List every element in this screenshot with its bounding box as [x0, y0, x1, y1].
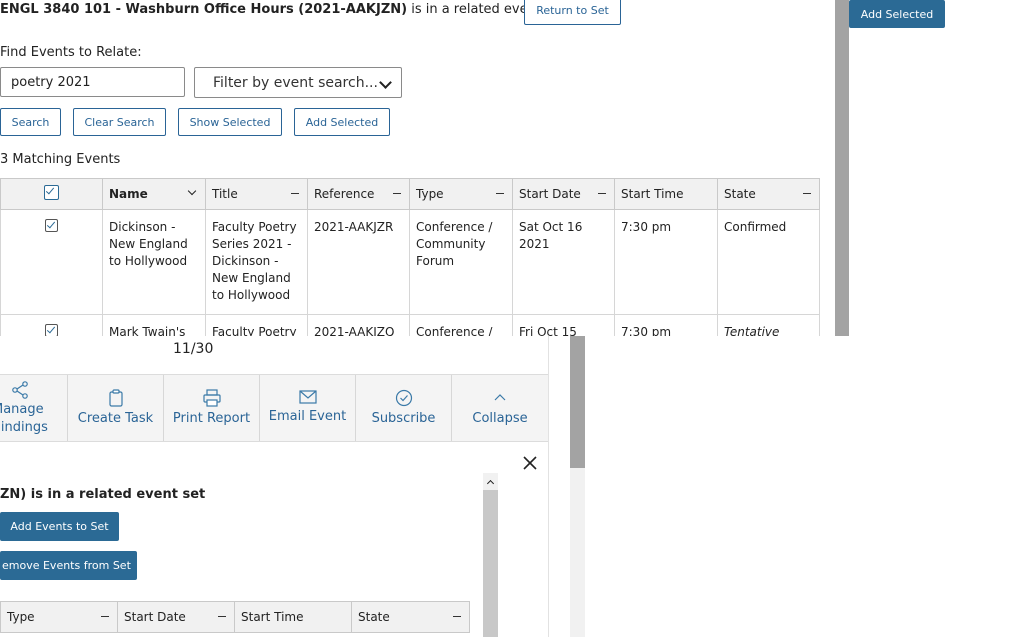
inner-scrollbar[interactable] [483, 473, 498, 637]
table-row[interactable]: Mark Twain's Faculty Poetry 2021-AAKJZQ … [0, 314, 820, 336]
subscribe-label: Subscribe [371, 411, 436, 426]
close-icon[interactable] [522, 455, 538, 471]
add-events-to-set-button[interactable]: Add Events to Set [0, 512, 119, 541]
cell-state: Confirmed [717, 209, 820, 315]
clear-search-button[interactable]: Clear Search [73, 108, 166, 136]
clipboard-icon [108, 389, 123, 407]
add-selected-top-button[interactable]: Add Selected [849, 0, 945, 28]
upper-scrollbar[interactable] [835, 0, 849, 336]
collapse-column-icon [453, 616, 461, 617]
filter-select-text: Filter by event search... [213, 74, 378, 91]
collapse-column-icon [218, 616, 226, 617]
cell-reference: 2021-AAKJZR [307, 209, 410, 315]
collapse-column-icon [496, 193, 504, 194]
header-state[interactable]: State [717, 178, 820, 210]
cell-title: Faculty Poetry Series 2021 - Dickinson -… [205, 209, 308, 315]
results-table: Name Title Reference Type Start Date Sta… [0, 178, 820, 336]
cell-reference: 2021-AAKJZQ [307, 314, 410, 336]
cell-start-date: Sat Oct 16 2021 [512, 209, 615, 315]
chevron-up-icon [494, 394, 506, 401]
cell-start-time: 7:30 pm [614, 314, 718, 336]
outer-scrollbar[interactable] [570, 336, 585, 637]
print-report-button[interactable]: Print Report [164, 375, 260, 441]
collapse-column-icon [393, 193, 401, 194]
outer-scrollbar-thumb[interactable] [570, 336, 585, 468]
related-set-text-content: ZN) is in a related event set [0, 487, 206, 502]
set-header-start-time[interactable]: Start Time [234, 601, 352, 633]
cell-type: Conference / [409, 314, 513, 336]
set-table: Type Start Date Start Time State [0, 601, 470, 633]
table-row[interactable]: Dickinson - New England to Hollywood Fac… [0, 209, 820, 315]
remove-events-from-set-button[interactable]: emove Events from Set [0, 551, 137, 580]
collapse-button[interactable]: Collapse [452, 375, 548, 441]
pager: 11/30 [173, 341, 214, 357]
results-table-clip: Name Title Reference Type Start Date Sta… [0, 178, 820, 336]
related-set-text: ZN) is in a related event set [0, 487, 205, 502]
header-type[interactable]: Type [409, 178, 513, 210]
cell-name: Mark Twain's [102, 314, 206, 336]
chevron-down-icon [187, 186, 197, 196]
event-set-heading: ENGL 3840 101 - Washburn Office Hours (2… [0, 2, 565, 17]
find-events-label: Find Events to Relate: [0, 45, 142, 60]
row-checkbox[interactable] [45, 219, 58, 232]
cell-type: Conference / Community Forum [409, 209, 513, 315]
set-header-type[interactable]: Type [0, 601, 118, 633]
collapse-column-icon [598, 193, 606, 194]
email-event-label: Email Event [268, 409, 347, 424]
set-header-start-date[interactable]: Start Date [117, 601, 235, 633]
subscribe-button[interactable]: Subscribe [356, 375, 452, 441]
cell-start-time: 7:30 pm [614, 209, 718, 315]
collapse-label: Collapse [472, 411, 528, 426]
collapse-column-icon [803, 193, 811, 194]
manage-bindings-button[interactable]: Manage Bindings [0, 375, 68, 441]
share-icon [12, 381, 28, 399]
manage-bindings-label: Manage Bindings [0, 402, 48, 435]
cell-state: Tentative [717, 314, 820, 336]
cell-title: Faculty Poetry [205, 314, 308, 336]
search-button[interactable]: Search [0, 108, 61, 136]
chevron-down-icon [379, 76, 392, 89]
printer-icon [202, 389, 221, 407]
scroll-up-arrow-icon[interactable] [483, 473, 498, 490]
filter-select[interactable]: Filter by event search... [194, 67, 402, 98]
collapse-column-icon [291, 193, 299, 194]
header-start-date[interactable]: Start Date [512, 178, 615, 210]
row-checkbox[interactable] [45, 324, 58, 336]
check-circle-icon [395, 389, 412, 407]
event-name: ENGL 3840 101 - Washburn Office Hours (2… [0, 2, 408, 17]
header-start-time[interactable]: Start Time [614, 178, 718, 210]
matching-count: 3 Matching Events [0, 152, 121, 167]
header-title[interactable]: Title [205, 178, 308, 210]
print-report-label: Print Report [172, 411, 251, 426]
select-all-checkbox[interactable] [44, 185, 59, 200]
cell-name: Dickinson - New England to Hollywood [102, 209, 206, 315]
header-name[interactable]: Name [102, 178, 206, 210]
toolbar: Manage Bindings Create Task Print Report… [0, 374, 548, 442]
search-input[interactable]: poetry 2021 [0, 67, 185, 97]
create-task-label: Create Task [77, 411, 154, 426]
envelope-icon [298, 390, 317, 404]
set-header-state[interactable]: State [351, 601, 470, 633]
lower-panel: 11/30 Manage Bindings Create Task Print … [0, 336, 549, 637]
show-selected-button[interactable]: Show Selected [178, 108, 282, 136]
header-reference[interactable]: Reference [307, 178, 410, 210]
collapse-column-icon [101, 616, 109, 617]
cell-start-date: Fri Oct 15 2021 [512, 314, 615, 336]
select-all-header[interactable] [0, 178, 103, 210]
add-selected-button[interactable]: Add Selected [294, 108, 390, 136]
email-event-button[interactable]: Email Event [260, 375, 356, 441]
return-to-set-button[interactable]: Return to Set [524, 0, 621, 25]
create-task-button[interactable]: Create Task [68, 375, 164, 441]
